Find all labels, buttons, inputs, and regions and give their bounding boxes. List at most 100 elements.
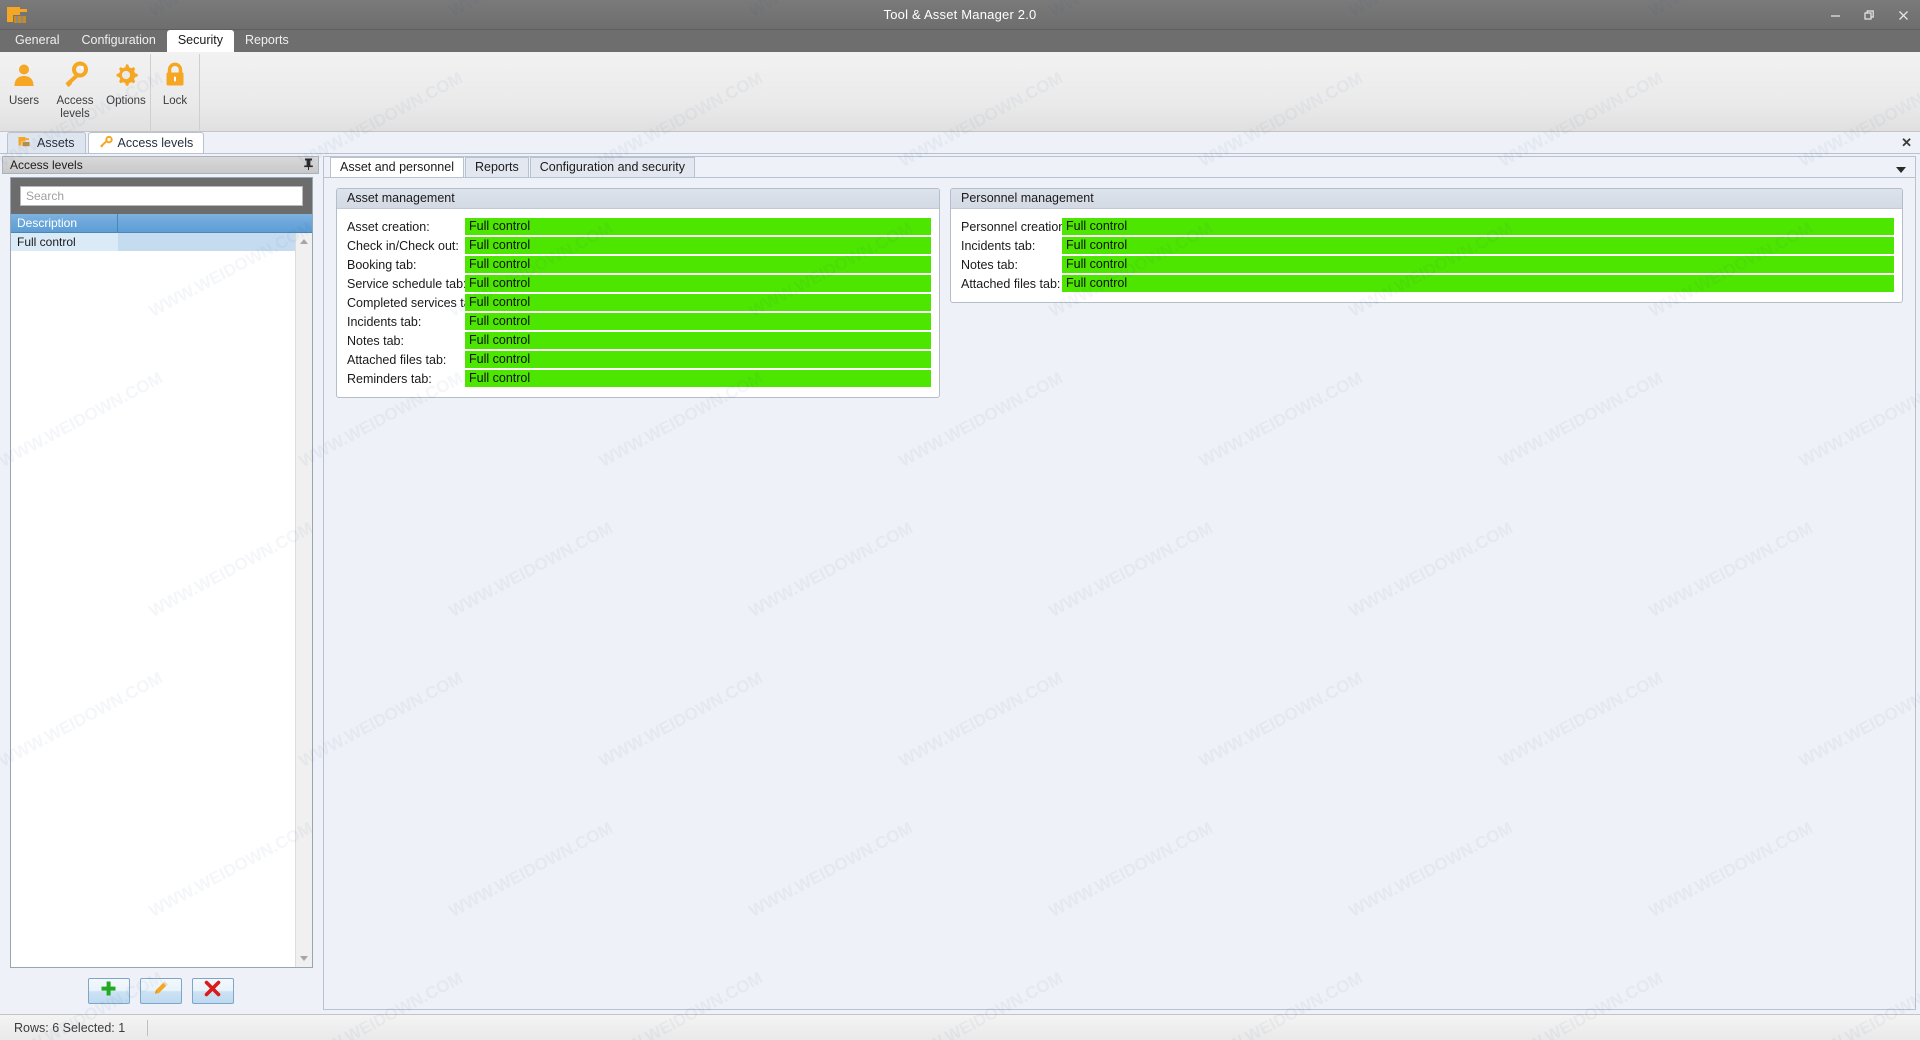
permission-value[interactable]: Full control: [1062, 256, 1894, 273]
plus-icon: [100, 980, 117, 1002]
asset-management-title: Asset management: [337, 189, 939, 209]
chevron-down-icon[interactable]: [1896, 167, 1906, 173]
permission-value[interactable]: Full control: [465, 218, 931, 235]
access-levels-panel: Access levels Description: [0, 154, 321, 1014]
ribbon-tab-configuration[interactable]: Configuration: [70, 30, 166, 52]
list-scrollbar[interactable]: [295, 233, 312, 967]
add-button[interactable]: [87, 978, 130, 1004]
personnel-management-title: Personnel management: [951, 189, 1902, 209]
permission-row: Completed services tab: Full control: [347, 293, 931, 312]
permission-row: Incidents tab: Full control: [347, 312, 931, 331]
search-input[interactable]: [20, 186, 303, 206]
tab-asset-and-personnel[interactable]: Asset and personnel: [330, 157, 464, 177]
pin-icon[interactable]: [303, 158, 314, 173]
permission-label: Personnel creation:: [961, 219, 1069, 234]
permission-label: Reminders tab:: [347, 371, 432, 386]
permission-value[interactable]: Full control: [465, 313, 931, 330]
permission-value[interactable]: Full control: [1062, 218, 1894, 235]
ribbon-button-users[interactable]: Users: [0, 52, 48, 131]
panel-header-label: Access levels: [10, 158, 83, 172]
ribbon-button-lock[interactable]: Lock: [151, 52, 199, 131]
tab-configuration-and-security[interactable]: Configuration and security: [529, 157, 695, 177]
permission-label: Incidents tab:: [961, 238, 1036, 253]
ribbon-tab-strip: General Configuration Security Reports: [0, 30, 1920, 52]
permission-label: Incidents tab:: [347, 314, 422, 329]
permission-value[interactable]: Full control: [465, 332, 931, 349]
window-controls: [1818, 0, 1920, 30]
permission-value[interactable]: Full control: [1062, 237, 1894, 254]
permission-row: Service schedule tab: Full control: [347, 274, 931, 293]
permission-label: Notes tab:: [961, 257, 1018, 272]
grid-header: Description: [11, 214, 312, 233]
asset-management-group: Asset management Asset creation: Full co…: [336, 188, 940, 398]
permission-label: Attached files tab:: [961, 276, 1061, 291]
permission-value[interactable]: Full control: [1062, 275, 1894, 292]
status-text: Rows: 6 Selected: 1: [14, 1020, 126, 1035]
document-tab-assets[interactable]: Assets: [7, 132, 86, 153]
permission-row: Notes tab: Full control: [347, 331, 931, 350]
ribbon-button-access-levels-label: Access levels: [56, 95, 94, 120]
permission-row: Reminders tab: Full control: [347, 369, 931, 388]
grid-rows: Full control: [11, 233, 295, 967]
column-header-blank[interactable]: [118, 214, 312, 232]
tab-reports[interactable]: Reports: [464, 157, 529, 177]
ribbon-tab-security[interactable]: Security: [166, 30, 234, 52]
permission-row: Attached files tab: Full control: [347, 350, 931, 369]
permission-value[interactable]: Full control: [465, 351, 931, 368]
status-separator: [147, 1019, 149, 1036]
permissions-panes: Asset management Asset creation: Full co…: [324, 178, 1915, 1009]
permission-value[interactable]: Full control: [465, 294, 931, 311]
user-icon: [10, 58, 38, 92]
lock-icon: [161, 58, 189, 92]
content-tab-strip: Asset and personnel Reports Configuratio…: [324, 157, 1915, 178]
scroll-down-icon[interactable]: [296, 950, 312, 967]
app-icon: [5, 4, 33, 26]
main-area: Access levels Description: [0, 154, 1920, 1014]
permission-row: Check in/Check out: Full control: [347, 236, 931, 255]
column-header-description[interactable]: Description: [11, 214, 118, 232]
key-icon: [99, 135, 113, 151]
ribbon-button-options-label: Options: [106, 95, 146, 107]
edit-button[interactable]: [139, 978, 182, 1004]
delete-button[interactable]: [191, 978, 234, 1004]
permission-row: Personnel creation: Full control: [961, 217, 1894, 236]
cross-icon: [204, 980, 221, 1002]
gear-icon: [112, 58, 140, 92]
row-blank: [118, 233, 295, 251]
ribbon-toolbar: Users Access levels Options Lock: [0, 52, 1920, 132]
permission-label: Notes tab:: [347, 333, 404, 348]
ribbon-button-lock-label: Lock: [162, 95, 188, 107]
personnel-management-group: Personnel management Personnel creation:…: [950, 188, 1903, 303]
panel-header: Access levels: [2, 156, 319, 174]
scroll-up-icon[interactable]: [296, 233, 312, 250]
window-title: Tool & Asset Manager 2.0: [883, 7, 1037, 22]
ribbon-tab-reports[interactable]: Reports: [234, 30, 300, 52]
permission-row: Asset creation: Full control: [347, 217, 931, 236]
permission-value[interactable]: Full control: [465, 237, 931, 254]
permission-value[interactable]: Full control: [465, 275, 931, 292]
close-button[interactable]: [1886, 0, 1920, 30]
search-band: [11, 178, 312, 214]
permission-label: Check in/Check out:: [347, 238, 459, 253]
minimize-button[interactable]: [1818, 0, 1852, 30]
pencil-icon: [152, 980, 169, 1002]
close-document-icon[interactable]: ✕: [1901, 135, 1912, 151]
permission-value[interactable]: Full control: [465, 256, 931, 273]
title-bar: Tool & Asset Manager 2.0: [0, 0, 1920, 30]
restore-button[interactable]: [1852, 0, 1886, 30]
ribbon-button-options[interactable]: Options: [102, 52, 150, 131]
ribbon-tab-general[interactable]: General: [4, 30, 70, 52]
permission-label: Asset creation:: [347, 219, 430, 234]
ribbon-group-security: Users Access levels Options: [0, 52, 150, 131]
permission-value[interactable]: Full control: [465, 370, 931, 387]
permission-label: Attached files tab:: [347, 352, 447, 367]
table-row[interactable]: Full control: [11, 233, 295, 251]
ribbon-separator-2: [199, 54, 200, 132]
ribbon-group-lock: Lock: [151, 52, 199, 131]
status-bar: Rows: 6 Selected: 1: [0, 1014, 1920, 1040]
key-icon: [61, 58, 89, 92]
row-description: Full control: [11, 233, 118, 251]
ribbon-button-access-levels[interactable]: Access levels: [48, 52, 102, 131]
document-tab-access-levels[interactable]: Access levels: [87, 132, 205, 153]
grid-body: Full control: [11, 233, 312, 967]
